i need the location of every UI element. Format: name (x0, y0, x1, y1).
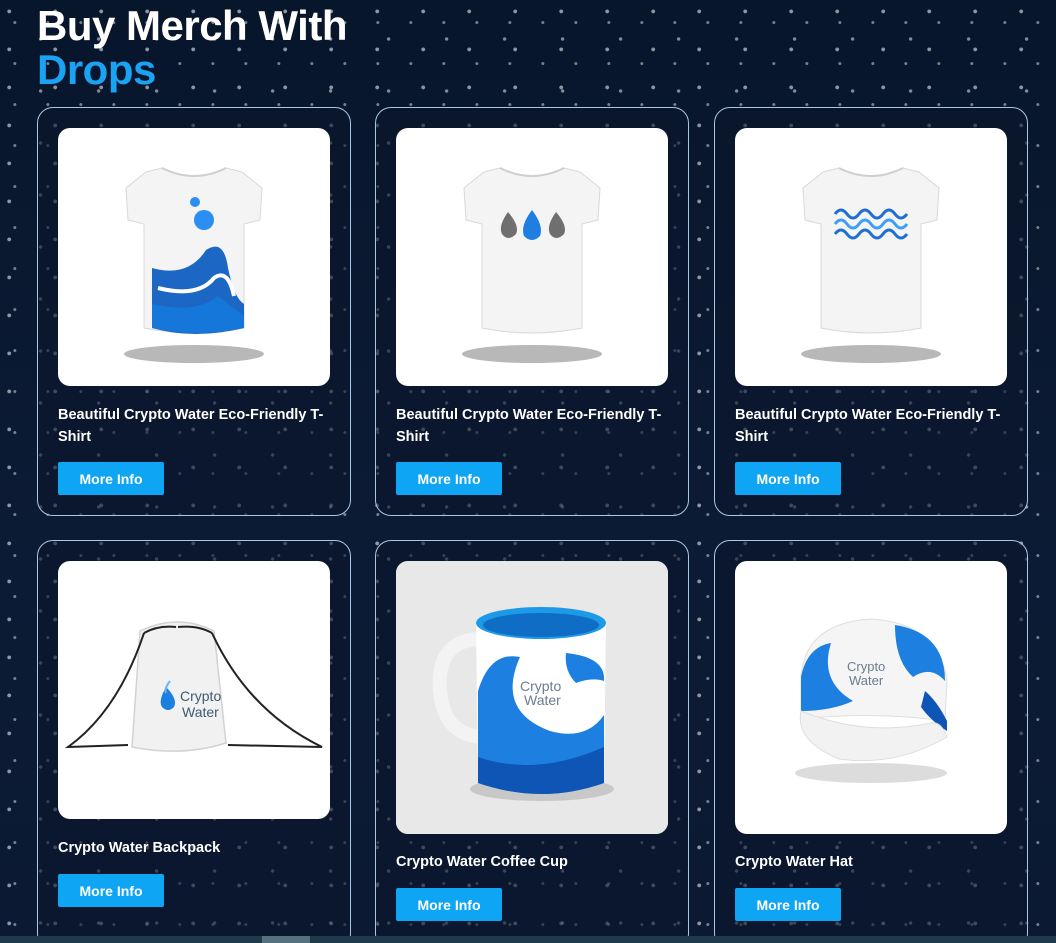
page-heading: Buy Merch With Drops (37, 4, 347, 92)
product-card: Beautiful Crypto Water Eco-Friendly T-Sh… (37, 107, 351, 516)
product-card: Crypto Water Crypto Water Coffee Cup Mor… (375, 540, 689, 943)
product-image[interactable] (735, 128, 1007, 386)
more-info-button[interactable]: More Info (58, 462, 164, 495)
product-image[interactable]: Crypto Water (735, 561, 1007, 834)
product-image[interactable]: Crypto Water (58, 561, 330, 819)
tshirt-drops-icon (462, 167, 602, 363)
more-info-button[interactable]: More Info (396, 462, 502, 495)
product-card: Crypto Water Crypto Water Backpack More … (37, 540, 351, 943)
product-title: Crypto Water Backpack (58, 840, 221, 856)
tshirt-wave-icon (124, 167, 264, 363)
svg-text:Crypto: Crypto (180, 688, 221, 704)
more-info-button[interactable]: More Info (396, 888, 502, 921)
product-title: Beautiful Crypto Water Eco-Friendly T-Sh… (396, 407, 662, 445)
svg-text:Water: Water (849, 673, 884, 688)
svg-text:Water: Water (524, 692, 561, 708)
heading-line-2: Drops (37, 46, 156, 93)
product-image[interactable] (396, 128, 668, 386)
more-info-button[interactable]: More Info (735, 462, 841, 495)
product-card: Beautiful Crypto Water Eco-Friendly T-Sh… (375, 107, 689, 516)
heading-line-1: Buy Merch With (37, 2, 347, 49)
more-info-button[interactable]: More Info (735, 888, 841, 921)
product-title: Crypto Water Coffee Cup (396, 854, 568, 870)
more-info-button[interactable]: More Info (58, 874, 164, 907)
product-image[interactable] (58, 128, 330, 386)
tshirt-pattern-icon (801, 167, 941, 363)
cap-icon: Crypto Water (795, 618, 948, 783)
mug-icon: Crypto Water (396, 561, 668, 834)
svg-text:Water: Water (182, 704, 219, 720)
scrollbar-thumb[interactable] (262, 936, 310, 943)
product-title: Beautiful Crypto Water Eco-Friendly T-Sh… (735, 407, 1001, 445)
svg-text:Crypto: Crypto (847, 659, 885, 674)
product-title: Beautiful Crypto Water Eco-Friendly T-Sh… (58, 407, 324, 445)
product-title: Crypto Water Hat (735, 854, 853, 870)
product-card: Crypto Water Crypto Water Hat More Info (714, 540, 1028, 943)
backpack-icon: Crypto Water (64, 621, 323, 752)
product-card: Beautiful Crypto Water Eco-Friendly T-Sh… (714, 107, 1028, 516)
product-image[interactable]: Crypto Water (396, 561, 668, 834)
horizontal-scrollbar[interactable] (0, 936, 1056, 943)
